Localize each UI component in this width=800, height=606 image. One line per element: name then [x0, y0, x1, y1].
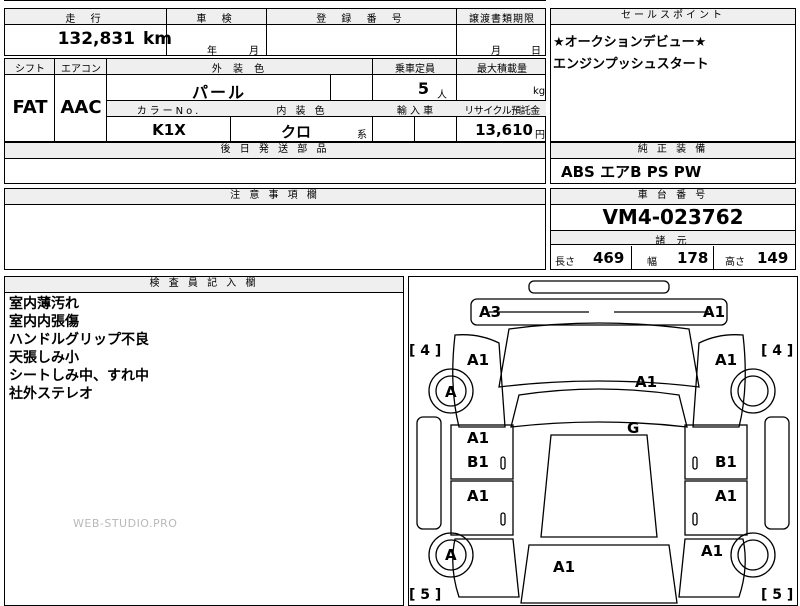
capacity-label: 乗車定員: [395, 64, 435, 75]
car-diagram: A3 A1 A1 A1 A1 A G A1 B1 B1 A1 A1 A A1 A…: [409, 280, 793, 604]
shift-label: シフト: [15, 64, 45, 75]
tire-tread-rear-right: [ 4 ]: [761, 343, 793, 359]
trunk-outline: [498, 322, 700, 388]
damage-mark-right-front-door: A1: [715, 487, 737, 505]
sales-point-label: セールスポイント: [551, 9, 795, 25]
exterior-value: パール: [191, 83, 246, 102]
recycle-unit: 円: [535, 130, 545, 141]
tire-tread-front-right: [ 5 ]: [761, 587, 793, 603]
shipping-parts-block: 後 日 発 送 部 品: [4, 142, 546, 184]
inspector-note: シートしみ中、すれ中: [9, 368, 149, 384]
aircon-label: エアコン: [61, 64, 101, 75]
recycle-label: リサイクル預託金: [464, 106, 540, 117]
import-label: 輸 入 車: [396, 106, 434, 117]
sales-point-2: エンジンプッシュスタート: [553, 57, 709, 72]
mileage-value: 132,831: [57, 29, 135, 49]
inspector-notes-block: 検 査 員 記 入 欄 室内薄汚れ 室内内張傷 ハンドルグリップ不良 天張しみ小…: [4, 276, 404, 606]
transfer-day: 日: [531, 46, 541, 57]
tire-tread-front-left: [ 5 ]: [409, 587, 441, 603]
height-value: 149: [757, 249, 789, 267]
caution-block: 注 意 事 項 欄: [4, 188, 546, 270]
left-side-skirt: [416, 416, 442, 530]
exterior-label: 外 装 色: [211, 64, 269, 75]
watermark: WEB-STUDIO.PRO: [73, 517, 178, 530]
top-info-block: 走 行 車 検 登 録 番 号 譲渡書類期限 132,831 km 年 月 月 …: [4, 8, 546, 57]
capacity-unit: 人: [437, 90, 447, 101]
length-value: 469: [593, 249, 625, 267]
vehicle-detail-block: シフト エアコン 外 装 色 乗車定員 最大積載量 FAT AAC パール 5 …: [4, 58, 546, 142]
left-rear-quarter-outline: [452, 334, 506, 428]
equipment-block: 純 正 装 備 ABS エアB PS PW: [550, 142, 796, 184]
tire-tread-rear-left: [ 4 ]: [409, 343, 441, 359]
equipment-label: 純 正 装 備: [551, 143, 795, 159]
hood-outline: [520, 544, 678, 604]
transfer-label: 譲渡書類期限: [469, 14, 535, 25]
max-load-label: 最大積載量: [477, 64, 527, 75]
equipment-value: ABS エアB PS PW: [561, 163, 702, 181]
damage-mark-roof: A1: [635, 373, 657, 391]
color-no-label: カラーNo.: [136, 106, 202, 117]
inspector-note: ハンドルグリップ不良: [9, 332, 149, 348]
sales-point-1: ★オークションデビュー★: [553, 35, 707, 50]
mileage-label: 走 行: [65, 14, 107, 25]
damage-mark-rear-right: A1: [703, 303, 725, 321]
interior-label: 内 装 色: [276, 106, 328, 117]
inspection-month: 月: [249, 46, 259, 57]
sales-point-block: セールスポイント ★オークションデビュー★ エンジンプッシュスタート: [550, 8, 796, 142]
inspector-note: 室内薄汚れ: [9, 296, 79, 312]
cabin-outline: [540, 434, 658, 538]
caution-label: 注 意 事 項 欄: [5, 189, 545, 205]
mileage-unit: km: [143, 29, 173, 49]
damage-mark-rear-left: A3: [479, 303, 501, 321]
inspector-note: 社外ステレオ: [9, 386, 93, 402]
capacity-value: 5: [417, 79, 429, 98]
damage-mark-glass: G: [627, 419, 639, 437]
damage-mark-left-rear-door-1: A1: [467, 429, 489, 447]
left-front-fender-outline: [452, 538, 520, 598]
registration-label: 登 録 番 号: [316, 14, 408, 25]
inspector-label: 検 査 員 記 入 欄: [5, 277, 403, 293]
chassis-number: VM4-023762: [602, 205, 744, 229]
damage-mark-left-front-door: A1: [467, 487, 489, 505]
inspection-label: 車 検: [196, 14, 238, 25]
transfer-month: 月: [491, 46, 501, 57]
color-no-value: K1X: [152, 121, 186, 139]
damage-mark-front-left-tire: A: [445, 546, 457, 564]
inspector-note: 天張しみ小: [9, 350, 79, 366]
right-side-skirt: [764, 416, 790, 530]
aircon-value: AAC: [60, 97, 102, 118]
spec-label: 諸 元: [655, 236, 691, 247]
chassis-label: 車 台 番 号: [551, 189, 795, 205]
inspector-note: 室内内張傷: [9, 314, 79, 330]
shift-value: FAT: [12, 97, 48, 118]
damage-mark-left-rear-quarter: A1: [467, 351, 489, 369]
width-label: 幅: [647, 257, 657, 268]
damage-mark-left-rear-door-2: B1: [467, 453, 489, 471]
damage-mark-right-rear-quarter: A1: [715, 351, 737, 369]
height-label: 高さ: [725, 257, 745, 268]
damage-mark-hood: A1: [553, 558, 575, 576]
roof-outline: [510, 388, 688, 428]
damage-mark-rear-left-tire: A: [445, 383, 457, 401]
inspection-year: 年: [207, 46, 217, 57]
rear-bumper-outline: [528, 280, 670, 294]
shipping-parts-label: 後 日 発 送 部 品: [5, 143, 545, 159]
right-rear-quarter-outline: [692, 334, 746, 428]
car-diagram-block: A3 A1 A1 A1 A1 A G A1 B1 B1 A1 A1 A A1 A…: [408, 276, 798, 606]
damage-mark-right-front-fender: A1: [701, 542, 723, 560]
length-label: 長さ: [555, 257, 575, 268]
width-value: 178: [677, 249, 709, 267]
chassis-block: 車 台 番 号 VM4-023762 諸 元 長さ 469 幅 178 高さ 1…: [550, 188, 796, 270]
recycle-value: 13,610: [475, 121, 533, 139]
interior-suffix: 系: [357, 130, 367, 141]
interior-value: クロ: [280, 123, 311, 141]
damage-mark-right-rear-door: B1: [715, 453, 737, 471]
load-unit: kg: [533, 86, 546, 97]
